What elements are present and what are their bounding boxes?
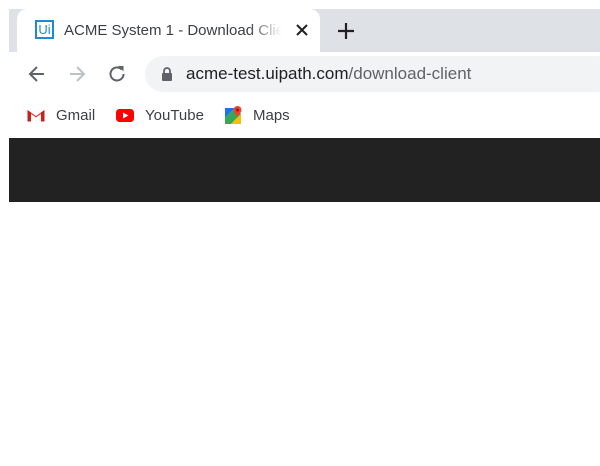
youtube-icon <box>116 109 134 122</box>
bookmark-label: Gmail <box>56 106 96 124</box>
bookmark-label: Maps <box>253 106 290 124</box>
browser-window: Ui ACME System 1 - Download Client acme-… <box>9 9 600 466</box>
tab-title: ACME System 1 - Download Client <box>64 22 282 39</box>
tab-active[interactable]: Ui ACME System 1 - Download Client <box>17 9 320 52</box>
address-bar[interactable]: acme-test.uipath.com/download-client <box>145 56 600 92</box>
reload-icon[interactable] <box>105 62 129 86</box>
lock-icon[interactable] <box>159 66 175 82</box>
maps-icon <box>225 106 242 124</box>
back-arrow-icon[interactable] <box>25 62 49 86</box>
new-tab-plus-icon[interactable] <box>335 20 357 42</box>
url-path: /download-client <box>348 64 472 83</box>
uipath-favicon-icon: Ui <box>35 20 54 39</box>
close-icon[interactable] <box>293 21 311 39</box>
browser-toolbar: acme-test.uipath.com/download-client <box>9 52 600 96</box>
tab-strip: Ui ACME System 1 - Download Client <box>9 9 600 52</box>
gmail-icon <box>27 109 45 122</box>
bookmark-gmail[interactable]: Gmail <box>26 103 95 127</box>
forward-arrow-icon[interactable] <box>65 62 89 86</box>
url-host: acme-test.uipath.com <box>186 64 349 83</box>
bookmark-maps[interactable]: Maps <box>223 103 290 127</box>
bookmarks-bar: Gmail YouTube Maps <box>9 96 600 134</box>
bookmark-label: YouTube <box>145 106 204 124</box>
page-header-bar <box>9 138 600 202</box>
page-content <box>9 138 600 466</box>
bookmark-youtube[interactable]: YouTube <box>115 103 204 127</box>
url-text[interactable]: acme-test.uipath.com/download-client <box>186 63 471 85</box>
